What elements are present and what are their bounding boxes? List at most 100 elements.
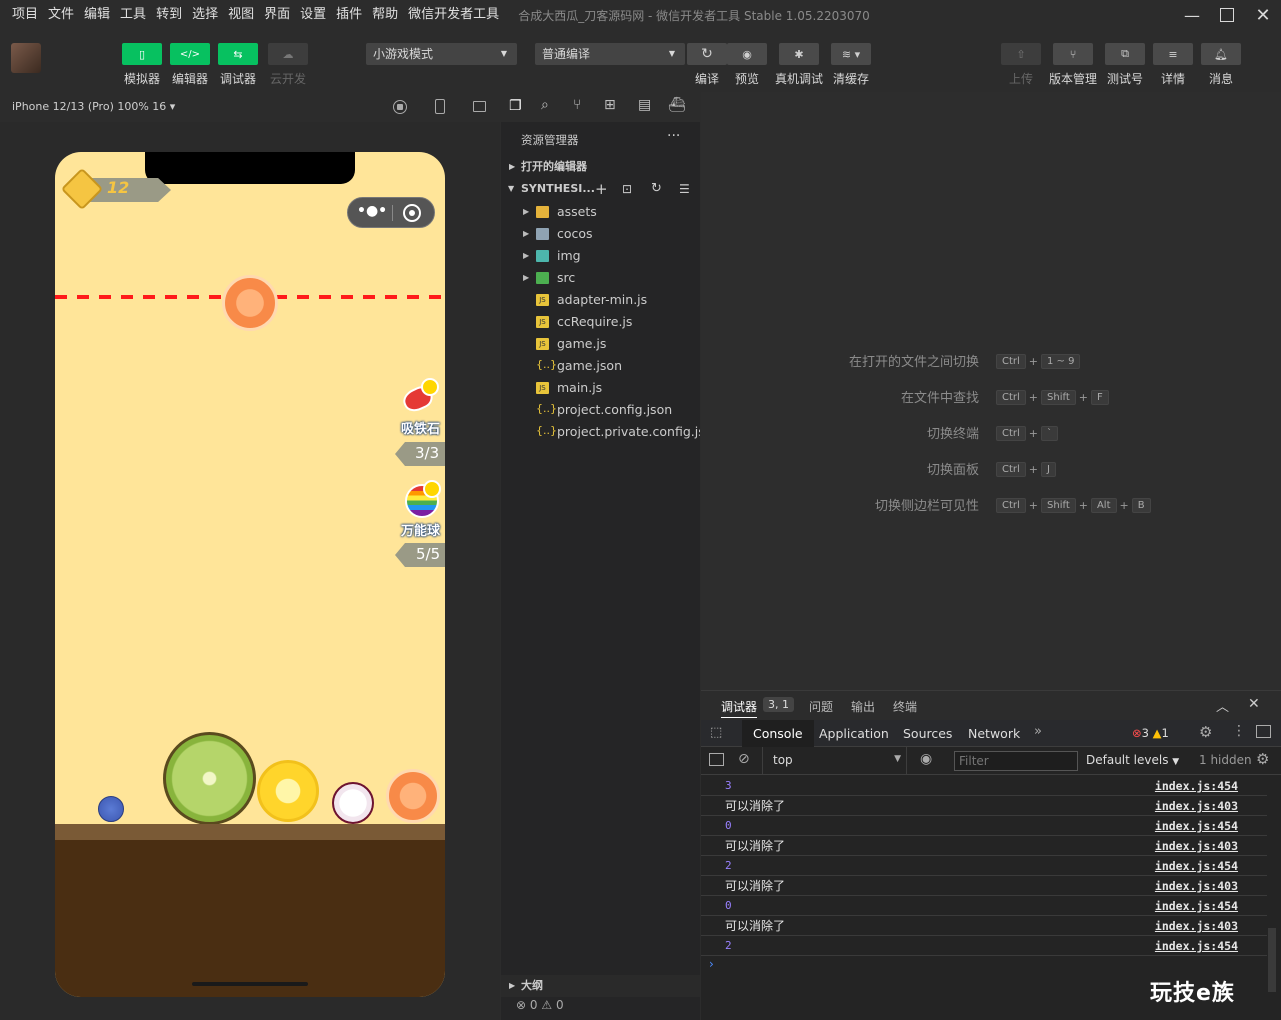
inspect-icon[interactable]: ⬚ xyxy=(710,725,722,740)
menu-item[interactable]: 转到 xyxy=(151,0,187,30)
menu-item[interactable]: 编辑 xyxy=(79,0,115,30)
folder-item[interactable]: ▶ cocos xyxy=(501,223,700,245)
menu-item[interactable]: 微信开发者工具 xyxy=(403,0,504,30)
kebab-menu-icon[interactable]: ⋮ xyxy=(1232,723,1246,739)
console-filter-input[interactable] xyxy=(954,751,1078,771)
log-source-link[interactable]: index.js:454 xyxy=(1155,816,1238,836)
context-select[interactable]: top ▼ xyxy=(762,747,907,774)
sidebar-toggle-icon[interactable] xyxy=(709,753,724,766)
log-source-link[interactable]: index.js:454 xyxy=(1155,896,1238,916)
menu-item[interactable]: 选择 xyxy=(187,0,223,30)
menu-item[interactable]: 插件 xyxy=(331,0,367,30)
files-icon[interactable]: ❐ xyxy=(509,98,522,114)
chevron-up-icon[interactable]: ︿ xyxy=(1216,696,1229,715)
magnet-icon[interactable] xyxy=(399,378,439,416)
outline-section[interactable]: ▶ 大纲 xyxy=(501,975,700,997)
log-source-link[interactable]: index.js:403 xyxy=(1155,916,1238,936)
menu-item[interactable]: 项目 xyxy=(7,0,43,30)
open-editors-section[interactable]: ▶ 打开的编辑器 xyxy=(501,156,700,178)
log-source-link[interactable]: index.js:403 xyxy=(1155,836,1238,856)
rotate-device-icon[interactable] xyxy=(435,99,445,114)
log-source-link[interactable]: index.js:454 xyxy=(1155,776,1238,796)
problems-status[interactable]: ⊗ 0 ⚠ 0 xyxy=(516,998,564,1012)
folder-item[interactable]: ▶ src xyxy=(501,267,700,289)
settings-gear-icon[interactable]: ⚙ xyxy=(1199,723,1212,741)
extensions-icon[interactable]: ⊞ xyxy=(604,97,616,113)
cloud-button[interactable]: ☁ xyxy=(268,43,308,65)
file-item[interactable]: {..} project.config.json xyxy=(501,399,700,421)
file-item[interactable]: {..}project.private.config.js... xyxy=(501,421,700,443)
maximize-icon[interactable] xyxy=(1207,0,1247,30)
project-section[interactable]: ▼ SYNTHESI... + ⊡ ↻ ☰ xyxy=(501,178,700,200)
tab-application[interactable]: Application xyxy=(808,720,900,747)
console-settings-icon[interactable]: ⚙ xyxy=(1256,750,1269,768)
refresh-icon[interactable]: ↻ xyxy=(651,178,662,200)
menu-item[interactable]: 帮助 xyxy=(367,0,403,30)
tab-console[interactable]: Console xyxy=(742,720,814,747)
clear-cache-button[interactable]: ≋ ▾ xyxy=(831,43,871,65)
test-id-button[interactable]: ⧉ xyxy=(1105,43,1145,65)
log-message: 3 xyxy=(725,779,732,792)
folder-item[interactable]: ▶ img xyxy=(501,245,700,267)
search-icon[interactable]: ⌕ xyxy=(541,97,549,113)
log-source-link[interactable]: index.js:454 xyxy=(1155,856,1238,876)
more-tabs-icon[interactable]: » xyxy=(1034,724,1042,739)
detach-window-icon[interactable] xyxy=(473,101,486,112)
compile-mode-select[interactable]: 普通编译 ▼ xyxy=(535,43,685,65)
close-window-icon[interactable]: ✕ xyxy=(1243,0,1281,30)
clear-console-icon[interactable]: ⊘ xyxy=(738,751,750,767)
messages-button[interactable]: 🔔︎ xyxy=(1201,43,1241,65)
collapse-icon[interactable]: ☰ xyxy=(679,178,690,200)
minimize-icon[interactable]: — xyxy=(1172,0,1212,30)
tab-output[interactable]: 输出 xyxy=(851,698,875,715)
simulator-toggle-button[interactable]: ▯ xyxy=(122,43,162,65)
debugger-toggle-button[interactable]: ⇆ xyxy=(218,43,258,65)
scrollbar[interactable] xyxy=(1268,928,1276,992)
game-canvas[interactable]: 12 •●• 吸铁石 3/3 万能球 5/5 xyxy=(55,152,445,997)
log-source-link[interactable]: index.js:403 xyxy=(1155,796,1238,816)
file-item[interactable]: JS game.js xyxy=(501,333,700,355)
menu-item[interactable]: 视图 xyxy=(223,0,259,30)
device-select[interactable]: iPhone 12/13 (Pro) 100% 16 ▾ xyxy=(12,100,175,113)
tab-network[interactable]: Network xyxy=(957,720,1031,747)
editor-toggle-button[interactable]: </> xyxy=(170,43,210,65)
preview-button[interactable]: ◉ xyxy=(727,43,767,65)
docker-icon[interactable]: ⛴ xyxy=(668,97,686,113)
log-source-link[interactable]: index.js:403 xyxy=(1155,876,1238,896)
storage-icon[interactable]: ▤ xyxy=(638,97,651,113)
more-actions-icon[interactable]: ··· xyxy=(667,128,680,144)
file-item[interactable]: JS adapter-min.js xyxy=(501,289,700,311)
close-target-icon[interactable] xyxy=(403,204,421,222)
source-control-icon[interactable]: ⑂ xyxy=(573,97,581,113)
menu-item[interactable]: 文件 xyxy=(43,0,79,30)
folder-item[interactable]: ▶ assets xyxy=(501,201,700,223)
tab-debugger[interactable]: 调试器 xyxy=(721,698,758,718)
version-button[interactable]: ⑂ xyxy=(1053,43,1093,65)
new-file-icon[interactable]: + xyxy=(595,178,608,200)
file-item[interactable]: JS main.js xyxy=(501,377,700,399)
details-button[interactable]: ≡ xyxy=(1153,43,1193,65)
eye-icon[interactable]: ◉ xyxy=(920,751,932,767)
real-debug-button[interactable]: ✱ xyxy=(779,43,819,65)
menu-item[interactable]: 界面 xyxy=(259,0,295,30)
file-item[interactable]: {..} game.json xyxy=(501,355,700,377)
mode-select[interactable]: 小游戏模式 ▼ xyxy=(366,43,517,65)
log-levels-select[interactable]: Default levels ▼ xyxy=(1086,753,1179,767)
file-item[interactable]: JS ccRequire.js xyxy=(501,311,700,333)
new-folder-icon[interactable]: ⊡ xyxy=(622,178,632,200)
record-icon[interactable] xyxy=(393,100,407,114)
console-prompt-icon[interactable]: › xyxy=(709,957,714,971)
issues-counter[interactable]: ⊗3 ▲1 xyxy=(1132,726,1169,740)
compile-button[interactable]: ↻ xyxy=(687,43,727,65)
close-panel-icon[interactable]: ✕ xyxy=(1248,696,1260,712)
tab-problems[interactable]: 问题 xyxy=(809,698,833,715)
more-icon[interactable]: •●• xyxy=(357,203,387,219)
tab-terminal[interactable]: 终端 xyxy=(893,698,917,715)
tab-sources[interactable]: Sources xyxy=(892,720,963,747)
dock-icon[interactable] xyxy=(1256,725,1271,738)
log-source-link[interactable]: index.js:454 xyxy=(1155,936,1238,956)
menu-item[interactable]: 工具 xyxy=(115,0,151,30)
upload-button[interactable]: ⇧ xyxy=(1001,43,1041,65)
menu-item[interactable]: 设置 xyxy=(295,0,331,30)
avatar[interactable] xyxy=(11,43,41,73)
